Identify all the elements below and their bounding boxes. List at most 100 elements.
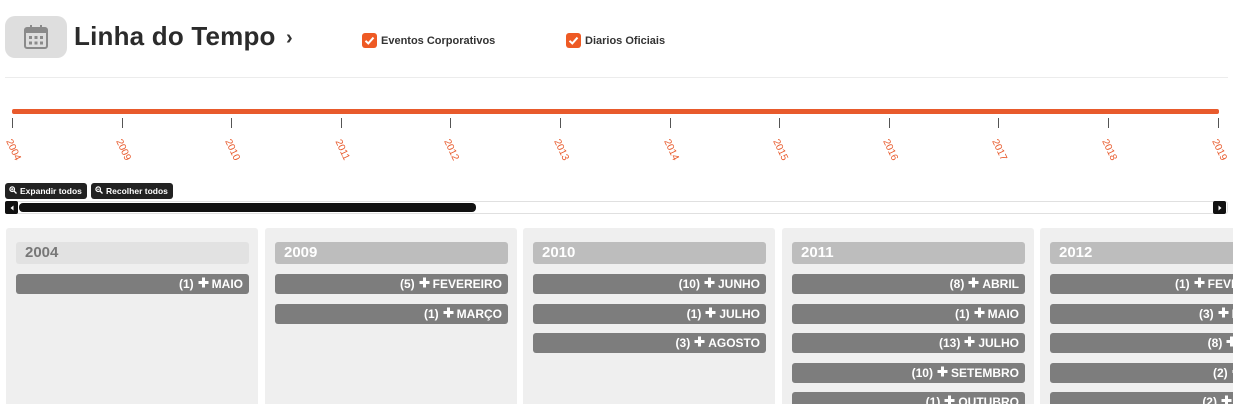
month-name: MAIO [987,306,1019,321]
timeline-year-label[interactable]: 2009 [113,138,132,163]
month-row[interactable]: (1) MAIO [792,303,1025,324]
timeline-year-label[interactable]: 2010 [222,138,241,163]
month-row[interactable]: (10) SETEMBRO [792,362,1025,383]
month-row[interactable]: (8)ABRIL [1050,333,1233,353]
month-name: MAIO [211,277,243,291]
month-row[interactable]: (3)MARÇO [1050,303,1233,324]
timeline-year-label[interactable]: 2004 [3,138,22,163]
scrollbar-thumb[interactable] [19,203,476,212]
timeline-year-label[interactable]: 2017 [989,138,1008,163]
month-count: (1) [178,277,194,291]
timeline-tick [889,118,890,128]
zoom-in-icon [9,186,17,196]
month-count: (13) [938,336,961,350]
timeline-tick [1108,118,1109,128]
plus-icon [443,307,454,321]
month-count: (1) [686,306,702,321]
month-count: (5) [399,277,415,291]
year-column: 2010 (10) JUNHO (1) JULHO (3) AGOSTO [523,228,775,404]
month-row[interactable]: (2)MAIO [1050,362,1233,383]
month-name: FEVEREIRO [432,277,502,291]
year-column-header[interactable]: 2012 [1050,242,1233,264]
year-column-header[interactable]: 2004 [16,242,249,264]
plus-icon [694,336,705,350]
timeline-tick [998,118,999,128]
plus-icon [704,277,715,291]
timeline-tick [1218,118,1219,128]
checkbox-checked-icon[interactable] [566,33,581,48]
filter-label: Diarios Oficiais [585,34,666,47]
timeline-year-label[interactable]: 2013 [551,138,570,163]
month-row[interactable]: (1) MARÇO [275,303,508,324]
month-count: (10) [911,365,933,380]
timeline-tick [450,118,451,128]
month-row[interactable]: (1) JULHO [533,303,766,324]
month-count: (8) [1207,336,1223,350]
month-name: FEVEREIRO [1207,277,1233,291]
calendar-icon[interactable] [5,16,67,58]
plus-icon [1218,307,1229,321]
year-column-header[interactable]: 2011 [792,242,1025,264]
plus-icon [974,307,985,321]
filter-diarios-oficiais[interactable]: Diarios Oficiais [566,33,665,48]
collapse-all-button[interactable]: Recolher todos [91,183,173,199]
year-column-header[interactable]: 2010 [533,242,766,264]
expand-all-button[interactable]: Expandir todos [5,183,87,199]
timeline-year-label[interactable]: 2015 [770,138,789,163]
timeline-year-label[interactable]: 2011 [332,138,351,162]
month-count: (1) [1174,277,1190,291]
header-divider [5,77,1228,78]
timeline-year-label[interactable]: 2012 [441,138,460,163]
month-count: (3) [675,336,691,350]
month-row[interactable]: (5) FEVEREIRO [275,274,508,294]
month-name: JUNHO [717,277,760,291]
plus-icon [419,277,430,291]
timeline-tick [560,118,561,128]
month-row[interactable]: (1) FEVEREIRO [1050,274,1233,294]
plus-icon [198,277,209,291]
timeline-year-label[interactable]: 2018 [1099,138,1118,163]
timeline-tick [341,118,342,128]
filter-eventos-corporativos[interactable]: Eventos Corporativos [362,33,495,48]
year-column: 2009 (5) FEVEREIRO (1) MARÇO [265,228,517,404]
timeline-year-label[interactable]: 2019 [1209,138,1228,163]
year-column: 2004 (1) MAIO [6,228,258,404]
month-count: (1) [424,306,439,321]
month-count: (3) [1199,306,1214,321]
month-row[interactable]: (1) MAIO [16,274,249,294]
plus-icon [1194,277,1205,291]
month-name: JULHO [978,336,1019,350]
month-row[interactable]: (8)ABRIL [792,274,1025,294]
timeline-year-label[interactable]: 2014 [661,138,680,163]
timeline-tick [12,118,13,128]
timeline-year-label[interactable]: 2016 [880,138,899,163]
month-name: MARÇO [456,306,502,321]
plus-icon [964,336,975,350]
month-count: (2) [1212,365,1228,380]
scroll-right-icon[interactable] [1213,201,1226,214]
page-title: Linha do Tempo [74,21,276,51]
month-name: SETEMBRO [950,365,1019,380]
month-count: (1) [925,395,941,404]
month-name: JULHO [719,306,760,321]
zoom-out-icon [95,186,103,196]
plus-icon [968,277,979,291]
month-row[interactable]: (13) JULHO [792,333,1025,353]
year-column: 2011 (8) ABRIL (1) MAIO (13) JULHO (10) SETEMBRO… [782,228,1034,404]
expand-all-label: Expandir todos [20,186,82,196]
chevron-right-icon[interactable]: › [286,27,293,50]
year-column: 2012(1)FEVEREIRO(3)MARÇO(8)ABRIL(2)MAIO(… [1040,228,1233,404]
month-name: ABRIL [982,277,1019,291]
month-row[interactable]: (2)JUNHO [1050,392,1233,404]
scroll-left-icon[interactable] [5,201,18,214]
timeline-tick [122,118,123,128]
month-row[interactable]: (1) OUTUBRO [792,392,1025,404]
year-column-header[interactable]: 2009 [275,242,508,264]
filter-label: Eventos Corporativos [381,34,496,47]
month-row[interactable]: (3) AGOSTO [533,333,766,353]
month-row[interactable]: (10) JUNHO [533,274,766,294]
timeline-bar[interactable] [12,109,1219,114]
month-count: (2) [1202,395,1217,404]
checkbox-checked-icon[interactable] [362,33,377,48]
timeline-tick [779,118,780,128]
